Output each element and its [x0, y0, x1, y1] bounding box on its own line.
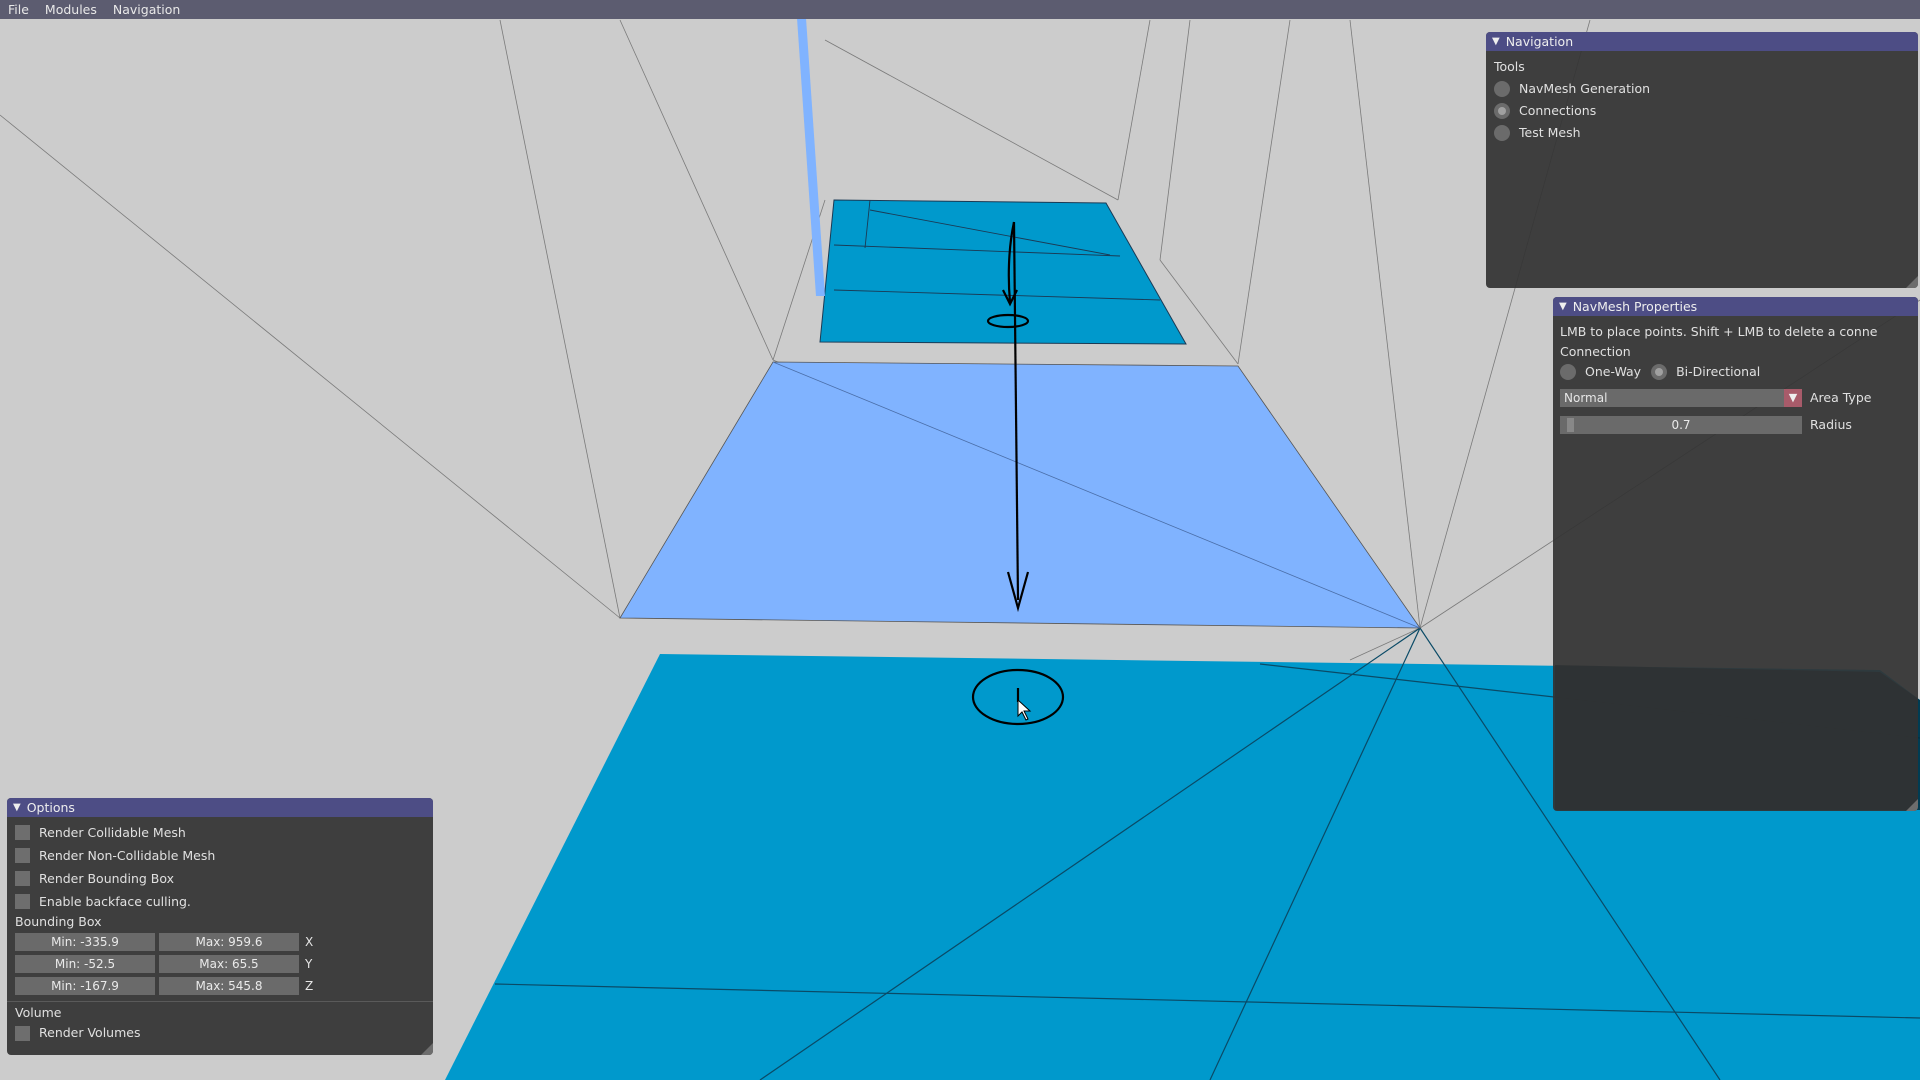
navigation-window: ▼ Navigation Tools NavMesh Generation Co…: [1486, 32, 1918, 288]
option-label: Render Collidable Mesh: [39, 824, 186, 840]
tool-label: Test Mesh: [1519, 125, 1581, 140]
menu-bar: File Modules Navigation: [0, 0, 1920, 19]
checkbox-render-non-collidable-mesh[interactable]: [15, 848, 30, 863]
radius-label: Radius: [1810, 417, 1852, 432]
bounds-row-y: Min: -52.5 Max: 65.5 Y: [15, 953, 425, 975]
navmesh-properties-window: ▼ NavMesh Properties LMB to place points…: [1553, 297, 1918, 811]
tool-test-mesh[interactable]: Test Mesh: [1494, 122, 1910, 144]
menu-navigation[interactable]: Navigation: [105, 0, 188, 19]
axis-label-y: Y: [305, 957, 313, 971]
navmesh-platform-far: [819, 199, 1187, 345]
one-way-label: One-Way: [1585, 364, 1642, 379]
bi-directional-label: Bi-Directional: [1676, 364, 1761, 379]
navigation-window-title: Navigation: [1505, 34, 1574, 49]
axis-label-x: X: [305, 935, 314, 949]
options-window-title: Options: [26, 800, 75, 815]
tool-navmesh-generation[interactable]: NavMesh Generation: [1494, 78, 1910, 100]
option-label: Render Non-Collidable Mesh: [39, 847, 216, 863]
collapse-triangle-icon[interactable]: ▼: [1559, 301, 1567, 312]
bounding-box-label: Bounding Box: [15, 914, 102, 929]
volume-label: Volume: [15, 1005, 62, 1020]
option-label: Render Bounding Box: [39, 870, 175, 886]
radius-slider[interactable]: 0.7: [1560, 416, 1802, 434]
collapse-triangle-icon[interactable]: ▼: [1492, 36, 1500, 47]
area-type-dropdown[interactable]: Normal ▼: [1560, 389, 1802, 407]
tool-connections[interactable]: Connections: [1494, 100, 1910, 122]
bounds-max-x[interactable]: Max: 959.6: [159, 933, 299, 951]
tools-label: Tools: [1494, 59, 1525, 74]
separator: [7, 1001, 433, 1002]
option-render-volumes[interactable]: Render Volumes: [15, 1022, 425, 1044]
area-type-label: Area Type: [1810, 390, 1872, 405]
resize-grip-icon[interactable]: [1906, 276, 1918, 288]
bounds-row-z: Min: -167.9 Max: 545.8 Z: [15, 975, 425, 997]
chevron-down-icon[interactable]: ▼: [1784, 389, 1802, 407]
checkbox-render-volumes[interactable]: [15, 1025, 30, 1041]
area-type-value: Normal: [1564, 391, 1608, 405]
direction-radio-group: One-Way Bi-Directional: [1560, 361, 1911, 383]
menu-modules[interactable]: Modules: [37, 0, 105, 19]
radio-one-way[interactable]: [1560, 364, 1576, 380]
properties-window-title: NavMesh Properties: [1572, 299, 1698, 314]
connection-label: Connection: [1560, 344, 1631, 359]
checkbox-render-collidable-mesh[interactable]: [15, 825, 30, 840]
option-render-bounding-box[interactable]: Render Bounding Box: [15, 867, 425, 890]
radius-value: 0.7: [1671, 418, 1691, 432]
bounds-min-z[interactable]: Min: -167.9: [15, 977, 155, 995]
properties-hint-text: LMB to place points. Shift + LMB to dele…: [1560, 324, 1878, 339]
collapse-triangle-icon[interactable]: ▼: [13, 802, 21, 813]
resize-grip-icon[interactable]: [421, 1043, 433, 1055]
option-render-collidable-mesh[interactable]: Render Collidable Mesh: [15, 821, 425, 844]
menu-file[interactable]: File: [0, 0, 37, 19]
bounds-max-z[interactable]: Max: 545.8: [159, 977, 299, 995]
checkbox-render-bounding-box[interactable]: [15, 871, 30, 886]
bounds-min-x[interactable]: Min: -335.9: [15, 933, 155, 951]
navmesh-platform-light: [619, 361, 1421, 629]
option-label: Enable backface culling.: [39, 893, 191, 909]
radius-row: 0.7 Radius: [1560, 414, 1911, 436]
option-label: Render Volumes: [39, 1025, 141, 1040]
bounds-min-y[interactable]: Min: -52.5: [15, 955, 155, 973]
axis-label-z: Z: [305, 979, 314, 993]
checkbox-backface-culling[interactable]: [15, 894, 30, 909]
resize-grip-icon[interactable]: [1906, 799, 1918, 811]
bounds-max-y[interactable]: Max: 65.5: [159, 955, 299, 973]
properties-window-titlebar[interactable]: ▼ NavMesh Properties: [1553, 297, 1918, 316]
navigation-window-titlebar[interactable]: ▼ Navigation: [1486, 32, 1918, 51]
radio-bi-directional[interactable]: [1651, 364, 1668, 380]
area-type-row: Normal ▼ Area Type: [1560, 387, 1911, 409]
options-window: ▼ Options Render Collidable Mesh Render …: [7, 798, 433, 1055]
radio-navmesh-generation[interactable]: [1494, 81, 1510, 97]
navmesh-wall-strip: [797, 18, 825, 296]
radio-connections[interactable]: [1494, 103, 1510, 119]
radio-test-mesh[interactable]: [1494, 125, 1510, 141]
tool-label: NavMesh Generation: [1519, 81, 1651, 96]
option-render-non-collidable-mesh[interactable]: Render Non-Collidable Mesh: [15, 844, 425, 867]
option-backface-culling[interactable]: Enable backface culling.: [15, 890, 425, 913]
slider-handle[interactable]: [1567, 418, 1574, 432]
tool-label: Connections: [1519, 103, 1597, 118]
bounds-row-x: Min: -335.9 Max: 959.6 X: [15, 931, 425, 953]
options-window-titlebar[interactable]: ▼ Options: [7, 798, 433, 817]
